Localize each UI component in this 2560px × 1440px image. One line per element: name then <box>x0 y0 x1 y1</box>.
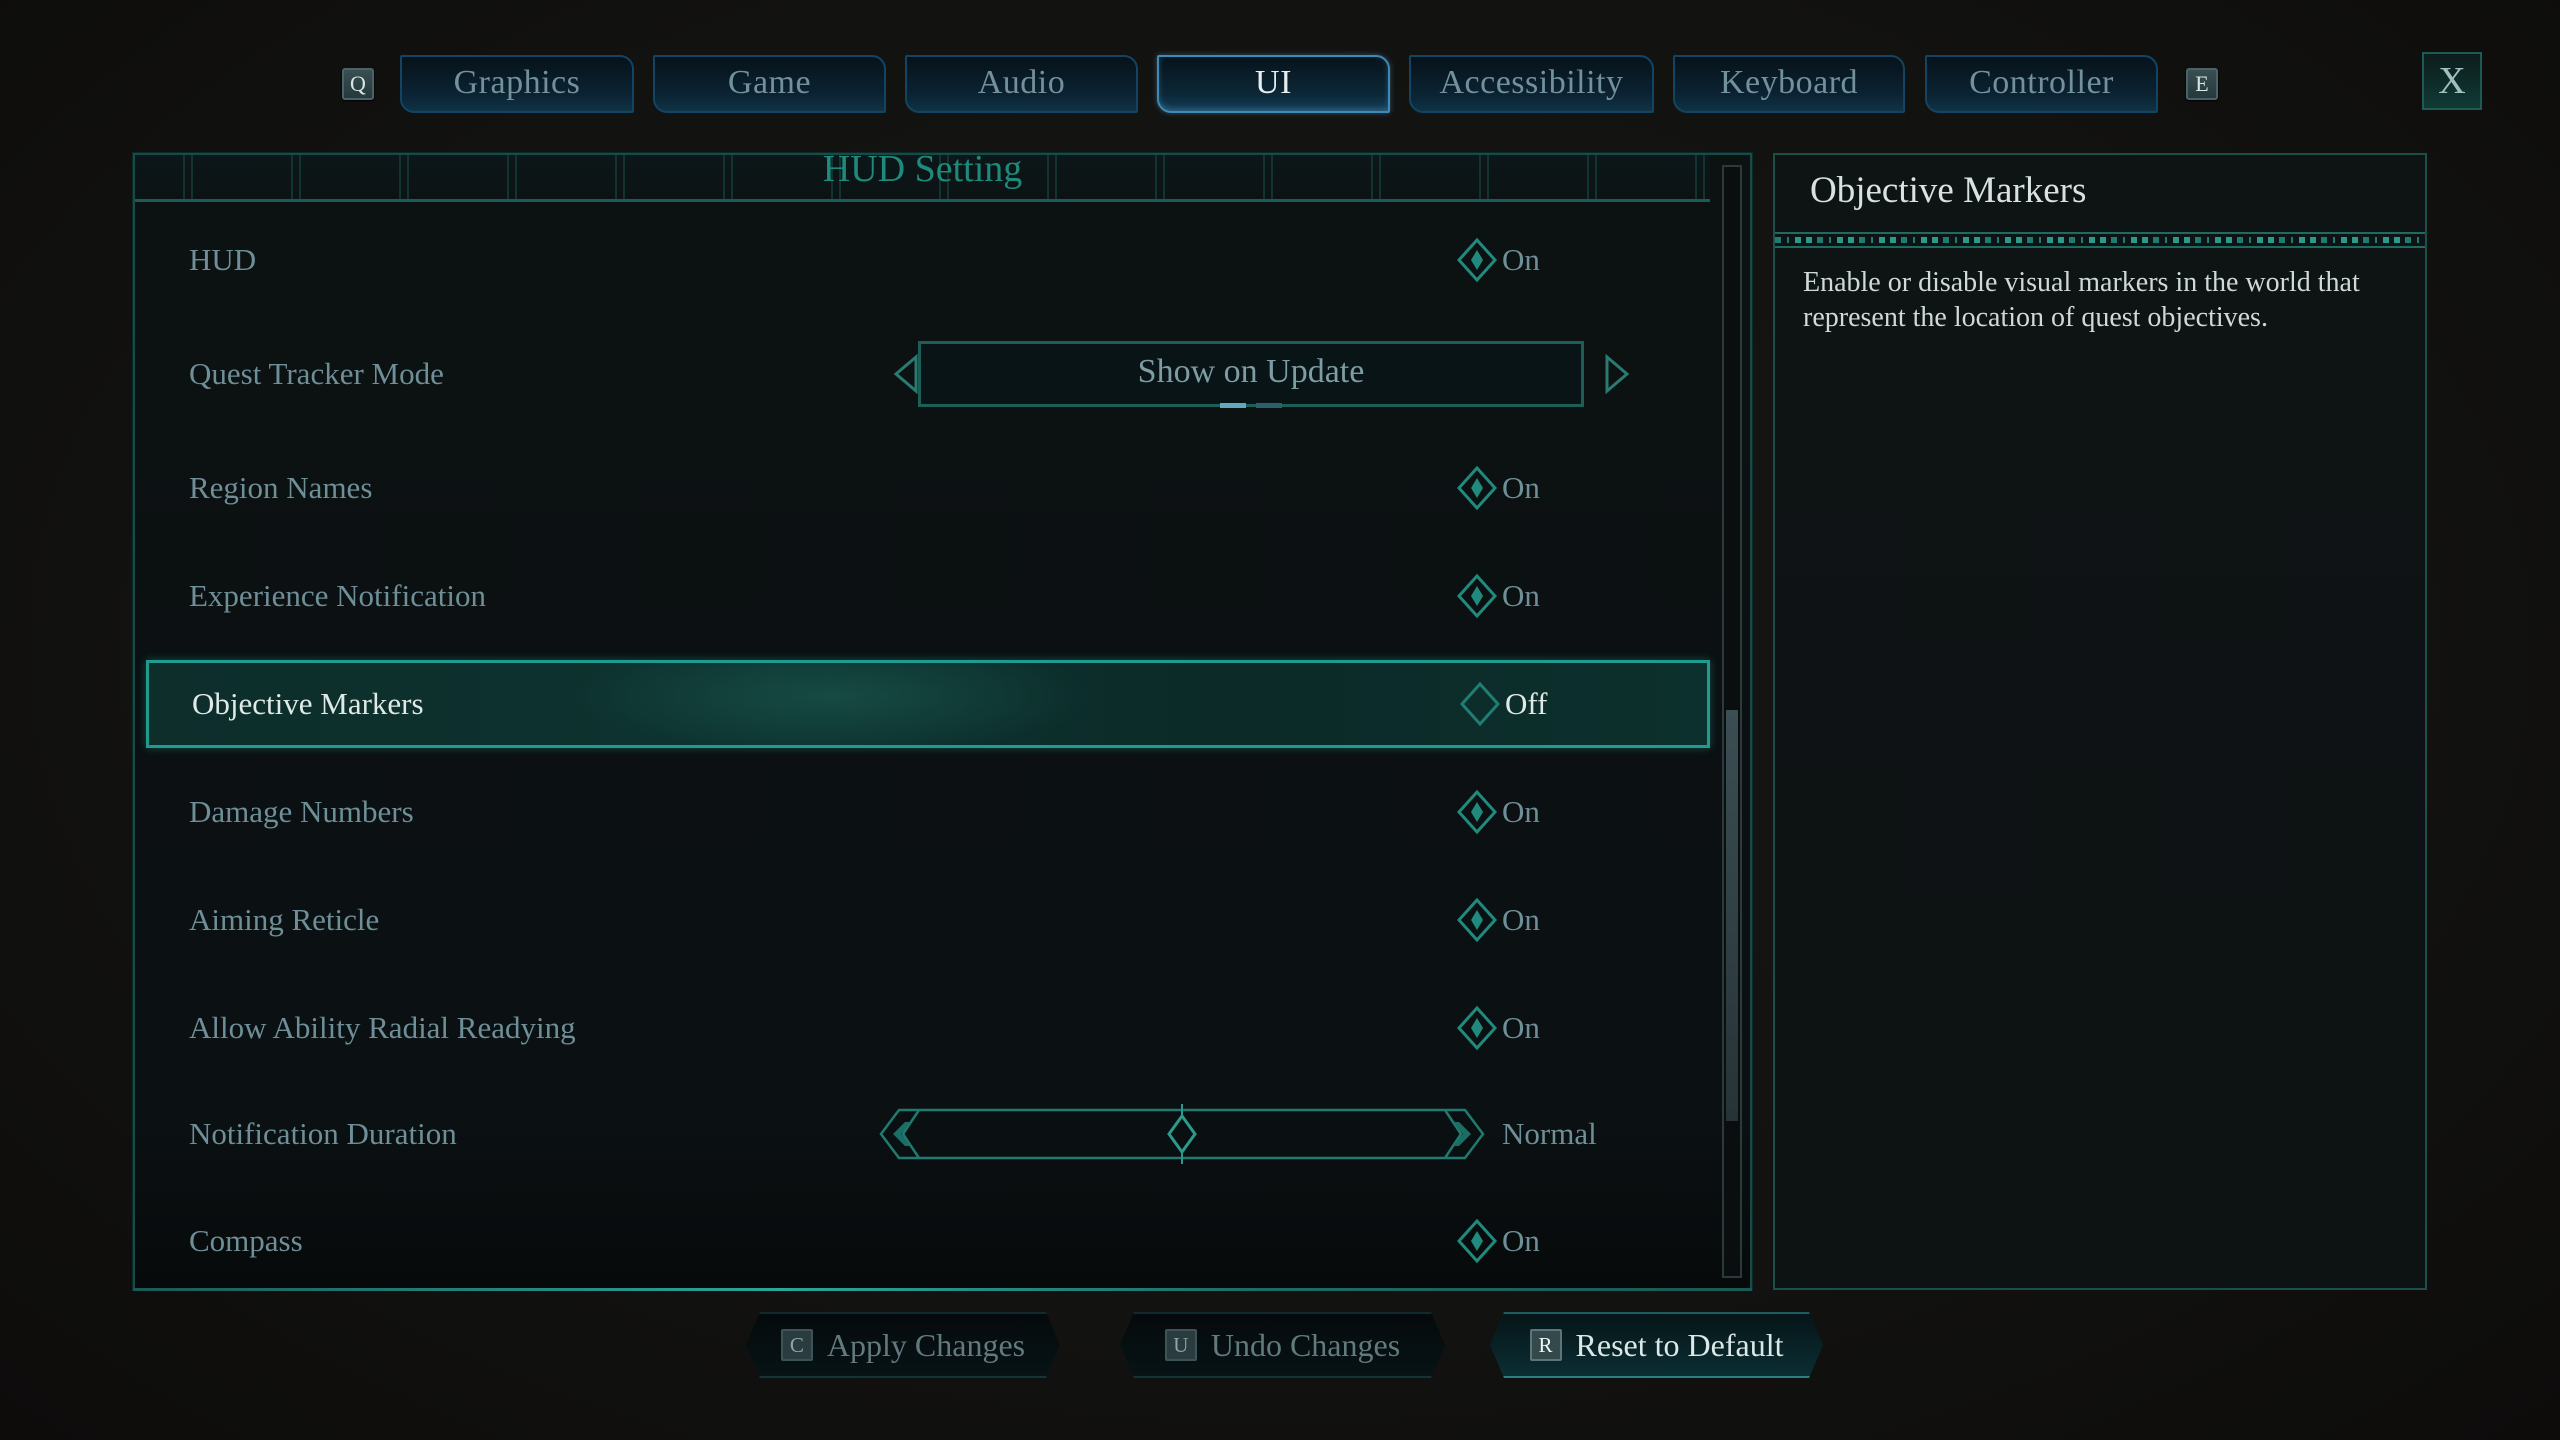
tab-graphics[interactable]: Graphics <box>400 55 634 113</box>
detail-title: Objective Markers <box>1810 170 2087 211</box>
key-hint-c: C <box>781 1329 813 1361</box>
tab-accessibility[interactable]: Accessibility <box>1409 55 1654 113</box>
apply-changes-button[interactable]: C Apply Changes <box>746 1312 1060 1378</box>
setting-row-quest-tracker-mode[interactable]: Quest Tracker Mode Show on Update <box>146 330 1710 418</box>
setting-row-region-names[interactable]: Region Names On <box>146 444 1710 532</box>
tab-audio[interactable]: Audio <box>905 55 1138 113</box>
key-hint-r: R <box>1530 1329 1562 1361</box>
toggle-diamond-icon[interactable] <box>1455 466 1499 510</box>
setting-value: On <box>1502 1223 1540 1258</box>
setting-row-experience-notification[interactable]: Experience Notification On <box>146 552 1710 640</box>
tab-keyboard[interactable]: Keyboard <box>1673 55 1905 113</box>
setting-label: Quest Tracker Mode <box>189 356 444 391</box>
prev-tab-key-hint[interactable]: Q <box>342 68 374 100</box>
setting-label: Notification Duration <box>189 1116 457 1151</box>
toggle-diamond-icon[interactable] <box>1458 682 1502 726</box>
button-label: Undo Changes <box>1210 1326 1401 1363</box>
undo-changes-button[interactable]: U Undo Changes <box>1120 1312 1445 1378</box>
setting-row-allow-ability-radial-readying[interactable]: Allow Ability Radial Readying On <box>146 984 1710 1072</box>
detail-panel: Objective Markers Enable or disable visu… <box>1773 153 2427 1290</box>
option-dot <box>1256 403 1282 408</box>
section-title: HUD Setting <box>822 155 1023 190</box>
setting-row-hud[interactable]: HUD On <box>146 216 1710 304</box>
setting-row-compass[interactable]: Compass On <box>146 1197 1710 1285</box>
tab-ui[interactable]: UI <box>1157 55 1390 113</box>
setting-value: On <box>1502 794 1540 829</box>
toggle-diamond-icon[interactable] <box>1455 574 1499 618</box>
section-header: HUD Setting <box>135 155 1710 202</box>
button-label: Apply Changes <box>826 1326 1026 1363</box>
reset-to-default-button[interactable]: R Reset to Default <box>1490 1312 1823 1378</box>
setting-row-objective-markers[interactable]: Objective Markers Off <box>146 660 1710 748</box>
toggle-diamond-icon[interactable] <box>1455 1219 1499 1263</box>
tab-controller[interactable]: Controller <box>1925 55 2158 113</box>
settings-panel: HUD Setting HUD On Quest Tracker Mode Sh… <box>133 153 1752 1291</box>
setting-value: Normal <box>1502 1116 1597 1151</box>
setting-label: Compass <box>189 1223 303 1258</box>
selector-value: Show on Update <box>1137 353 1365 390</box>
scrollbar[interactable] <box>1722 165 1742 1278</box>
setting-label: Allow Ability Radial Readying <box>189 1010 576 1045</box>
quest-tracker-mode-selector[interactable]: Show on Update <box>918 341 1584 408</box>
key-hint-u: U <box>1165 1329 1197 1361</box>
setting-label: Damage Numbers <box>189 794 414 829</box>
setting-label: Objective Markers <box>192 686 424 721</box>
ornamental-divider <box>1775 232 2425 248</box>
setting-label: HUD <box>189 242 257 277</box>
setting-label: Region Names <box>189 470 373 505</box>
setting-row-damage-numbers[interactable]: Damage Numbers On <box>146 768 1710 856</box>
setting-row-notification-duration[interactable]: Notification Duration Normal <box>146 1090 1710 1178</box>
toggle-diamond-icon[interactable] <box>1455 790 1499 834</box>
tab-game[interactable]: Game <box>653 55 886 113</box>
option-indicator <box>1220 403 1282 408</box>
option-dot-active <box>1220 403 1246 408</box>
toggle-diamond-icon[interactable] <box>1455 1006 1499 1050</box>
setting-value: On <box>1502 470 1540 505</box>
setting-value: Off <box>1505 686 1548 721</box>
setting-value: On <box>1502 578 1540 613</box>
scrollbar-thumb[interactable] <box>1726 710 1738 1121</box>
next-tab-key-hint[interactable]: E <box>2186 68 2218 100</box>
arrow-left-icon[interactable] <box>891 354 921 394</box>
setting-label: Aiming Reticle <box>189 902 380 937</box>
toggle-diamond-icon[interactable] <box>1455 898 1499 942</box>
setting-row-aiming-reticle[interactable]: Aiming Reticle On <box>146 876 1710 964</box>
detail-description: Enable or disable visual markers in the … <box>1803 267 2360 333</box>
toggle-diamond-icon[interactable] <box>1455 238 1499 282</box>
notification-duration-slider[interactable] <box>879 1104 1485 1164</box>
setting-value: On <box>1502 1010 1540 1045</box>
button-label: Reset to Default <box>1575 1326 1784 1363</box>
setting-value: On <box>1502 242 1540 277</box>
close-button[interactable]: X <box>2422 52 2482 110</box>
arrow-right-icon[interactable] <box>1602 354 1632 394</box>
setting-value: On <box>1502 902 1540 937</box>
setting-label: Experience Notification <box>189 578 486 613</box>
